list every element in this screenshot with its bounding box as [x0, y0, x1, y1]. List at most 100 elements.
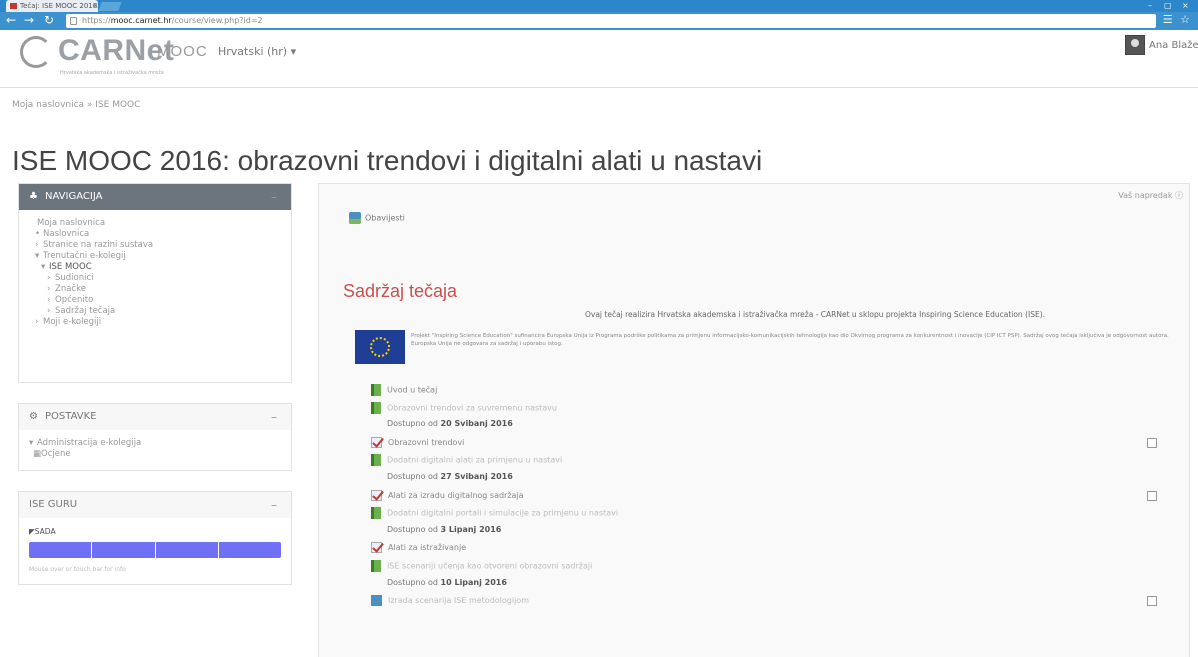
browser-toolbar: ← → ↻ https://mooc.carnet.hr/course/view…	[0, 12, 1198, 30]
collapse-icon[interactable]: –	[271, 404, 277, 430]
activity-item[interactable]: Dodatni digitalni alati za primjenu u na…	[371, 454, 562, 466]
activity-label: Alati za istraživanje	[388, 543, 467, 552]
tree-marker-icon: ›	[47, 295, 51, 305]
activity-item[interactable]: Izrada scenarija ISE metodologijom	[371, 595, 529, 606]
lesson-icon	[371, 595, 382, 606]
announcements-label: Obavijesti	[365, 213, 405, 223]
new-tab-button[interactable]	[98, 2, 122, 11]
activity-label: Dodatni digitalni alati za primjenu u na…	[387, 455, 563, 465]
progress-segment[interactable]	[92, 542, 155, 558]
activity-item[interactable]: Uvod u tečaj	[371, 384, 437, 396]
availability-prefix: Dostupno od	[387, 578, 438, 587]
nav-tree-item[interactable]: › Stranice na razini sustava	[29, 240, 281, 251]
tree-marker-icon: •	[35, 229, 41, 239]
grades-icon: ▦	[33, 449, 42, 459]
navigation-block-header[interactable]: ♣ NAVIGACIJA –	[19, 184, 291, 210]
tree-marker-icon: ›	[35, 317, 39, 327]
now-label: SADA	[34, 527, 56, 536]
nav-tree-item-label: Značke	[55, 284, 86, 294]
availability-prefix: Dostupno od	[387, 419, 438, 428]
close-window-button[interactable]: ×	[1182, 0, 1189, 12]
nav-tree-item[interactable]: › Općenito	[29, 295, 281, 306]
activity-item[interactable]: Obrazovni trendovi	[371, 437, 464, 448]
tree-item-label: Ocjene	[41, 449, 71, 459]
user-menu[interactable]: Ana Blažević ▾	[1149, 40, 1198, 51]
nav-tree-item[interactable]: › Sadržaj tečaja	[29, 306, 281, 317]
maximize-button[interactable]: ▢	[1164, 0, 1172, 12]
tree-marker-icon: ▾	[41, 262, 46, 272]
nav-tree-item[interactable]: › Značke	[29, 284, 281, 295]
tree-item[interactable]: ▦Ocjene	[29, 449, 281, 460]
forward-arrow-icon[interactable]: →	[22, 13, 36, 27]
collapse-icon[interactable]: –	[271, 492, 277, 518]
nav-tree-item[interactable]: • Naslovnica	[29, 229, 281, 240]
eu-flag-icon	[355, 330, 405, 364]
availability-prefix: Dostupno od	[387, 525, 438, 534]
book-icon	[371, 402, 381, 414]
tree-marker-icon: ›	[47, 284, 51, 294]
nav-tree-item[interactable]: ▾ ISE MOOC	[29, 262, 281, 273]
nav-tree-item[interactable]: Moja naslovnica	[29, 218, 281, 229]
availability-date: 3 Lipanj 2016	[440, 525, 502, 534]
announcements-link[interactable]: Obavijesti	[349, 212, 405, 224]
availability-note: Dostupno od 10 Lipanj 2016	[387, 578, 507, 587]
settings-block-header[interactable]: ⚙ POSTAVKE –	[19, 404, 291, 430]
tree-marker-icon: ▾	[35, 251, 40, 261]
nav-tree-item[interactable]: › Moji e-kolegiji	[29, 317, 281, 328]
book-icon	[371, 507, 381, 519]
address-bar[interactable]: https://mooc.carnet.hr/course/view.php?i…	[66, 14, 1156, 28]
section-title: Sadržaj tečaja	[343, 281, 458, 301]
collapse-icon[interactable]: –	[271, 184, 277, 210]
activity-item[interactable]: Alati za izradu digitalnog sadržaja	[371, 490, 524, 501]
progress-segment[interactable]	[218, 542, 281, 558]
activity-label: Uvod u tečaj	[387, 385, 438, 395]
url-prefix: https://	[82, 16, 111, 25]
reload-icon[interactable]: ↻	[42, 13, 56, 27]
nav-tree-item-label: Stranice na razini sustava	[43, 240, 154, 250]
user-avatar[interactable]	[1125, 35, 1145, 55]
availability-date: 10 Lipanj 2016	[440, 578, 507, 587]
forum-icon	[349, 212, 361, 224]
course-content: Vaš napredak ⓘ Obavijesti Sadržaj tečaja…	[318, 183, 1190, 657]
activity-item[interactable]: Alati za istraživanje	[371, 542, 466, 553]
breadcrumb[interactable]: Moja naslovnica » ISE MOOC	[12, 100, 140, 110]
availability-date: 27 Svibanj 2016	[440, 472, 513, 481]
nav-tree-item-label: Sadržaj tečaja	[55, 306, 116, 316]
brand-label[interactable]: MOOC	[157, 43, 208, 60]
book-icon	[371, 384, 381, 396]
browser-tab[interactable]: Tečaj: ISE MOOC 2016 ×	[6, 0, 98, 12]
progress-bar[interactable]	[29, 542, 281, 558]
tree-item-label: Administracija e-kolegija	[37, 438, 142, 448]
your-progress-link[interactable]: Vaš napredak ⓘ	[1118, 190, 1183, 201]
completion-checkbox[interactable]	[1147, 596, 1157, 606]
completion-checkbox[interactable]	[1147, 491, 1157, 501]
quiz-icon	[371, 437, 382, 448]
activity-label: Alati za izradu digitalnog sadržaja	[388, 491, 524, 500]
browser-menu-icons[interactable]: ☰ ☆	[1163, 13, 1192, 26]
tree-item[interactable]: ▾ Administracija e-kolegija	[29, 438, 281, 449]
activity-item[interactable]: ISE scenariji učenja kao otvoreni obrazo…	[371, 560, 592, 572]
ise-guru-block-header[interactable]: ISE GURU –	[19, 492, 291, 518]
url-host: mooc.carnet.hr	[110, 16, 172, 25]
settings-block-title: POSTAVKE	[45, 411, 97, 422]
tree-marker-icon: ›	[35, 240, 39, 250]
completion-checkbox[interactable]	[1147, 438, 1157, 448]
nav-tree-item[interactable]: › Sudionici	[29, 273, 281, 284]
activity-item[interactable]: Dodatni digitalni portali i simulacije z…	[371, 507, 618, 519]
tab-close-icon[interactable]: ×	[92, 0, 98, 12]
progress-segment[interactable]	[29, 542, 92, 558]
availability-note: Dostupno od 3 Lipanj 2016	[387, 525, 501, 534]
sitemap-icon: ♣	[29, 191, 38, 202]
settings-block: ⚙ POSTAVKE – ▾ Administracija e-kolegija ▦…	[18, 403, 292, 471]
availability-note: Dostupno od 20 Svibanj 2016	[387, 419, 513, 428]
activity-item[interactable]: Obrazovni trendovi za suvremenu nastavu	[371, 402, 557, 414]
nav-tree-item[interactable]: ▾ Trenutačni e-kolegij	[29, 251, 281, 262]
book-icon	[371, 454, 381, 466]
progress-segment[interactable]	[155, 542, 218, 558]
language-menu[interactable]: Hrvatski (hr) ▾	[218, 45, 296, 58]
minimize-button[interactable]: –	[1148, 0, 1152, 12]
logo-tagline: Hrvatska akademska i istraživačka mreža	[60, 70, 164, 76]
back-arrow-icon[interactable]: ←	[4, 13, 18, 27]
availability-note: Dostupno od 27 Svibanj 2016	[387, 472, 513, 481]
browser-titlebar: Tečaj: ISE MOOC 2016 × – ▢ ×	[0, 0, 1198, 12]
